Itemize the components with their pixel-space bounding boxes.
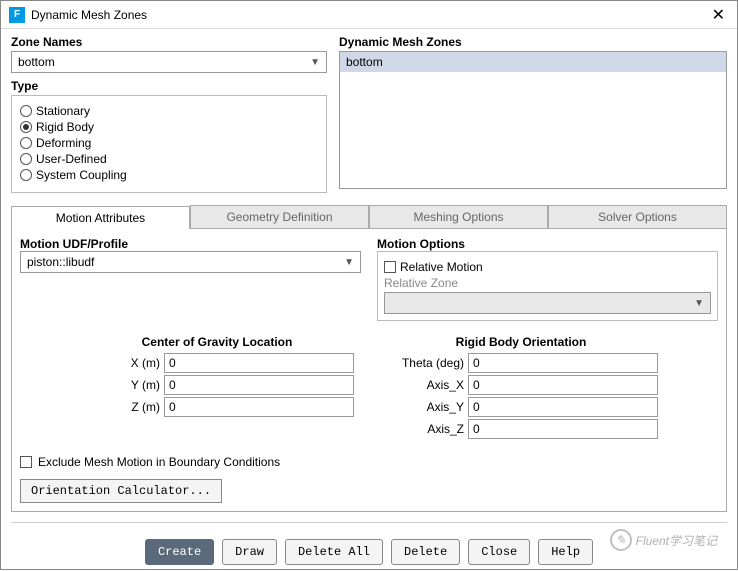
tab-motion-attributes[interactable]: Motion Attributes [11, 206, 190, 229]
cog-y-input[interactable] [164, 375, 354, 395]
tab-geometry-definition[interactable]: Geometry Definition [190, 205, 369, 228]
tab-solver-options[interactable]: Solver Options [548, 205, 727, 228]
axis-z-input[interactable] [468, 419, 658, 439]
exclude-checkbox[interactable]: Exclude Mesh Motion in Boundary Conditio… [20, 455, 718, 469]
relative-zone-label: Relative Zone [384, 276, 711, 290]
chevron-down-icon: ▼ [310, 57, 320, 68]
zones-list-label: Dynamic Mesh Zones [339, 35, 727, 49]
type-label: Type [11, 79, 327, 93]
radio-user-defined[interactable]: User-Defined [20, 152, 318, 166]
radio-stationary[interactable]: Stationary [20, 104, 318, 118]
relative-zone-dropdown[interactable]: ▼ [384, 292, 711, 314]
close-button[interactable]: Close [468, 539, 530, 565]
delete-all-button[interactable]: Delete All [285, 539, 383, 565]
chevron-down-icon: ▼ [694, 298, 704, 309]
zones-listbox[interactable]: bottom [339, 51, 727, 189]
button-row: Create Draw Delete All Delete Close Help [11, 539, 727, 565]
radio-rigid-body[interactable]: Rigid Body [20, 120, 318, 134]
window-title: Dynamic Mesh Zones [31, 8, 708, 22]
create-button[interactable]: Create [145, 539, 214, 565]
radio-system-coupling[interactable]: System Coupling [20, 168, 318, 182]
chevron-down-icon: ▼ [344, 257, 354, 268]
cog-z-row: Z (m) [80, 397, 354, 417]
draw-button[interactable]: Draw [222, 539, 277, 565]
close-icon[interactable]: ✕ [708, 5, 729, 25]
delete-button[interactable]: Delete [391, 539, 460, 565]
tab-content: Motion UDF/Profile piston::libudf ▼ Moti… [11, 229, 727, 512]
type-group: Stationary Rigid Body Deforming User-Def… [11, 95, 327, 193]
cog-x-row: X (m) [80, 353, 354, 373]
help-button[interactable]: Help [538, 539, 593, 565]
title-bar: F Dynamic Mesh Zones ✕ [1, 1, 737, 29]
orientation-calculator-button[interactable]: Orientation Calculator... [20, 479, 222, 503]
radio-deforming[interactable]: Deforming [20, 136, 318, 150]
zone-names-dropdown[interactable]: bottom ▼ [11, 51, 327, 73]
motion-udf-dropdown[interactable]: piston::libudf ▼ [20, 251, 361, 273]
cog-z-input[interactable] [164, 397, 354, 417]
cog-x-input[interactable] [164, 353, 354, 373]
app-icon: F [9, 7, 25, 23]
axis-y-input[interactable] [468, 397, 658, 417]
list-item[interactable]: bottom [340, 52, 726, 72]
zone-names-label: Zone Names [11, 35, 327, 49]
tab-bar: Motion Attributes Geometry Definition Me… [11, 205, 727, 229]
cog-label: Center of Gravity Location [80, 335, 354, 349]
orientation-label: Rigid Body Orientation [384, 335, 658, 349]
tab-meshing-options[interactable]: Meshing Options [369, 205, 548, 228]
zone-names-value: bottom [18, 55, 55, 69]
motion-udf-label: Motion UDF/Profile [20, 237, 361, 251]
theta-input[interactable] [468, 353, 658, 373]
relative-motion-checkbox[interactable]: Relative Motion [384, 260, 711, 274]
motion-options-label: Motion Options [377, 237, 718, 251]
cog-y-row: Y (m) [80, 375, 354, 395]
axis-x-input[interactable] [468, 375, 658, 395]
motion-options-group: Relative Motion Relative Zone ▼ [377, 251, 718, 321]
separator [11, 522, 727, 523]
